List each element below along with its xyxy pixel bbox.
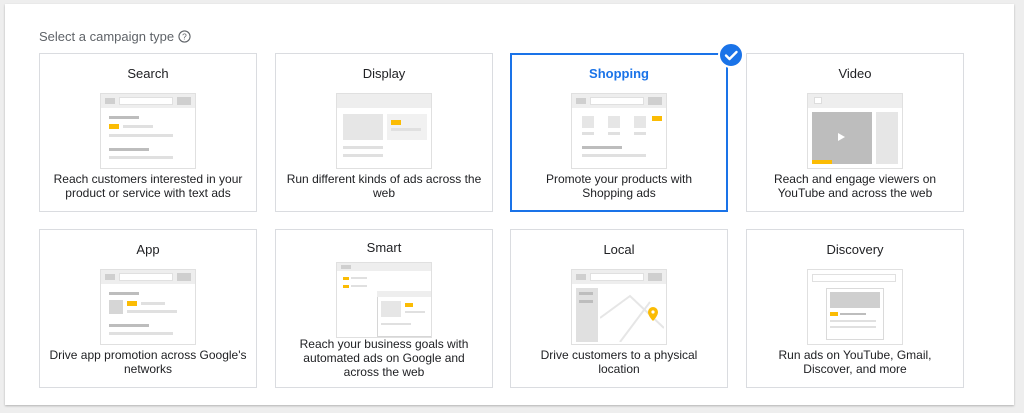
local-illustration-icon bbox=[571, 269, 667, 345]
card-title: Smart bbox=[366, 240, 402, 255]
svg-text:?: ? bbox=[182, 32, 187, 42]
card-description: Reach your business goals with automated… bbox=[299, 337, 469, 379]
card-description: Drive customers to a physical location bbox=[540, 348, 698, 376]
search-illustration-icon bbox=[100, 93, 196, 169]
display-illustration-icon bbox=[336, 93, 432, 169]
card-description: Drive app promotion across Google's netw… bbox=[49, 348, 247, 376]
smart-illustration-icon bbox=[336, 262, 432, 338]
shopping-illustration-icon bbox=[571, 93, 667, 169]
campaign-type-heading: Select a campaign type ? bbox=[39, 29, 191, 44]
card-title: App bbox=[136, 242, 160, 257]
card-title: Shopping bbox=[589, 66, 649, 81]
campaign-card-video[interactable]: Video Reach and engage viewers on YouTub… bbox=[746, 53, 964, 212]
card-title: Search bbox=[127, 66, 169, 81]
help-circle-icon[interactable]: ? bbox=[178, 30, 191, 43]
card-title: Discovery bbox=[826, 242, 884, 257]
card-description: Promote your products with Shopping ads bbox=[545, 172, 693, 200]
campaign-card-discovery[interactable]: Discovery Run ads on YouTube, Gmail, Dis… bbox=[746, 229, 964, 388]
card-description: Reach and engage viewers on YouTube and … bbox=[773, 172, 937, 200]
campaign-card-display[interactable]: Display Run different kinds of ads acros… bbox=[275, 53, 493, 212]
discovery-illustration-icon bbox=[807, 269, 903, 345]
app-illustration-icon bbox=[100, 269, 196, 345]
video-illustration-icon bbox=[807, 93, 903, 169]
card-description: Run different kinds of ads across the we… bbox=[286, 172, 482, 200]
campaign-card-app[interactable]: App Drive app promotion across Google's … bbox=[39, 229, 257, 388]
campaign-card-smart[interactable]: Smart Reach your business goals with aut… bbox=[275, 229, 493, 388]
card-description: Run ads on YouTube, Gmail, Discover, and… bbox=[778, 348, 932, 376]
card-title: Video bbox=[838, 66, 872, 81]
campaign-card-shopping[interactable]: Shopping Promote your products with Shop… bbox=[510, 53, 728, 212]
heading-text: Select a campaign type bbox=[39, 29, 175, 44]
card-title: Display bbox=[362, 66, 406, 81]
card-description: Reach customers interested in your produ… bbox=[53, 172, 243, 200]
card-title: Local bbox=[603, 242, 635, 257]
checkmark-icon bbox=[718, 42, 744, 68]
campaign-card-search[interactable]: Search Reach customers interested in you… bbox=[39, 53, 257, 212]
campaign-card-local[interactable]: Local Drive customers to a physical loca… bbox=[510, 229, 728, 388]
